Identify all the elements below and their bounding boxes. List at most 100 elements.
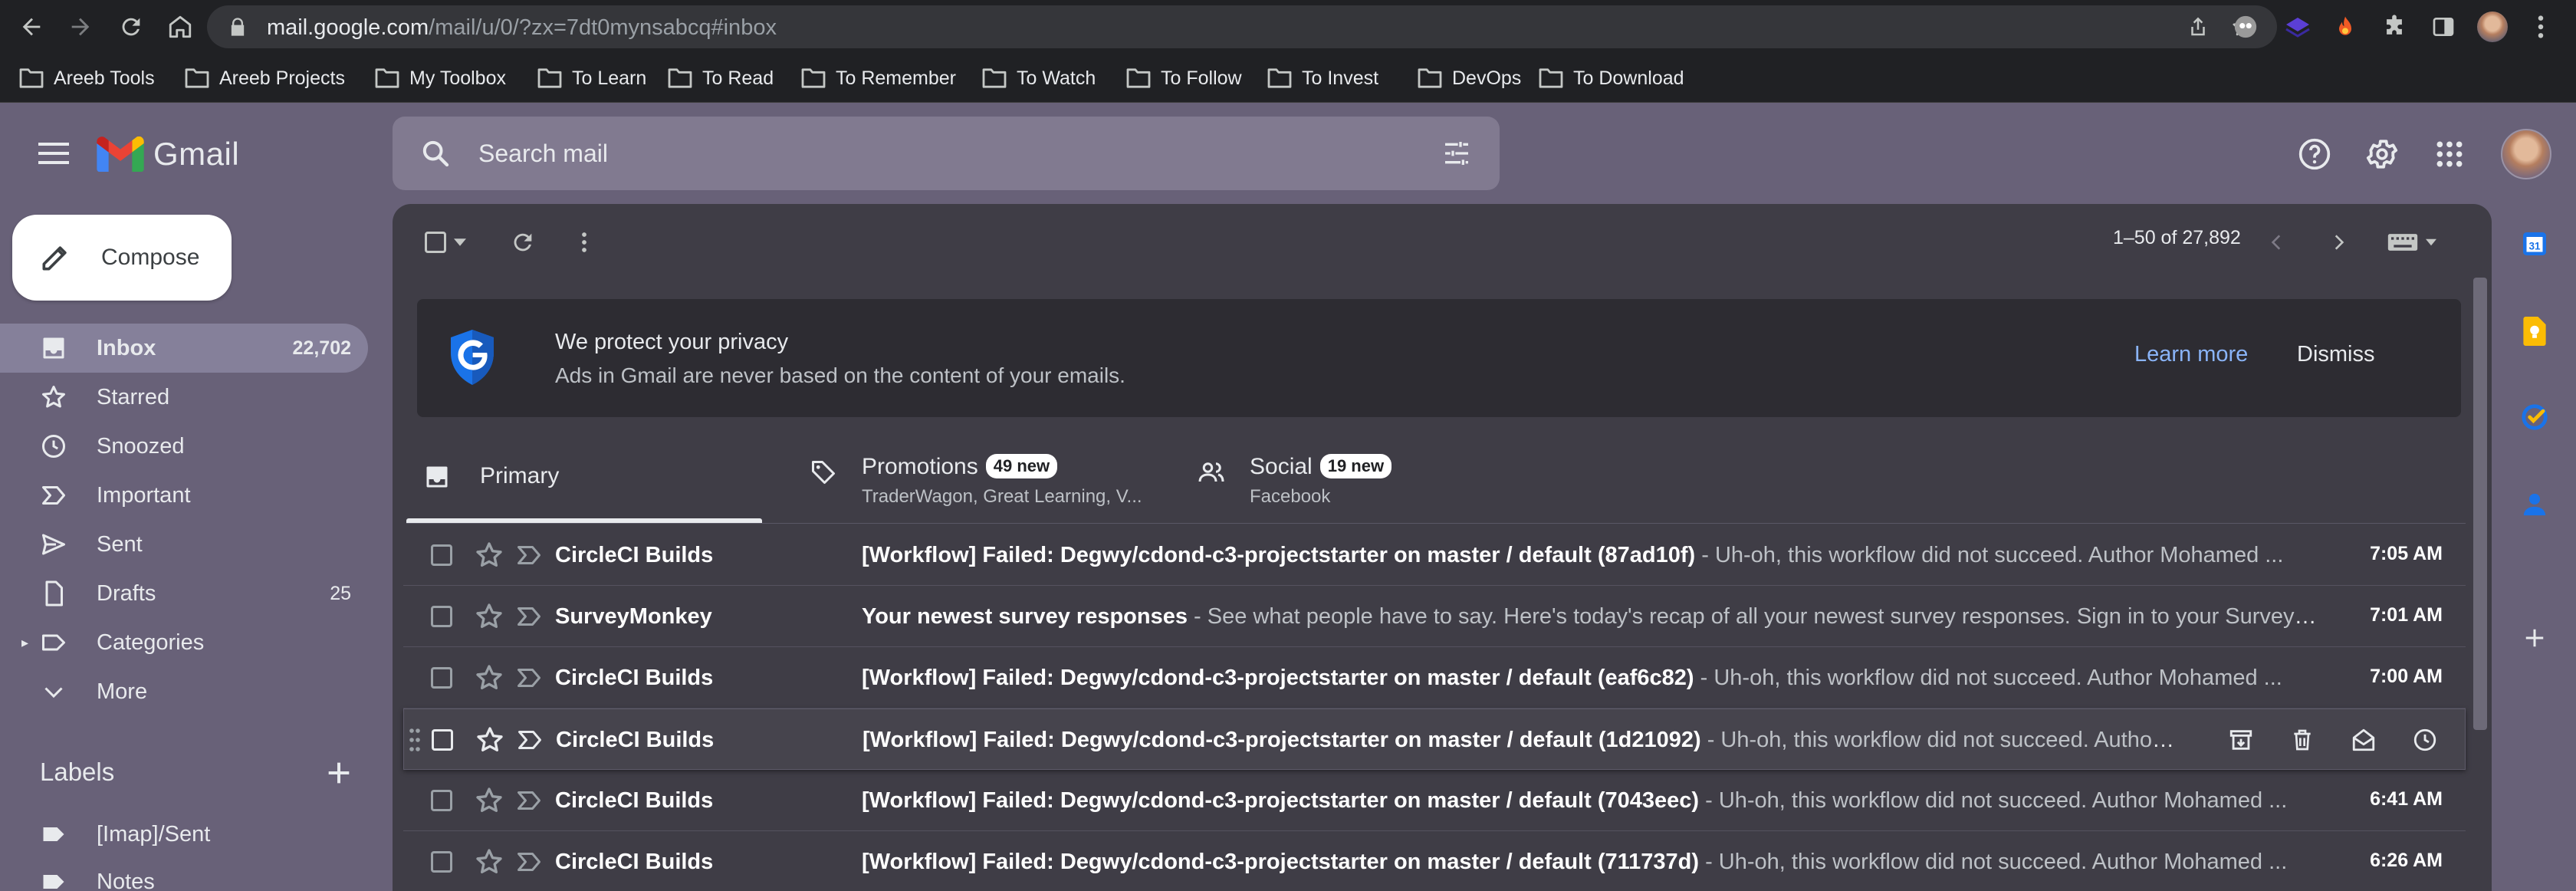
sidebar-item-inbox[interactable]: Inbox 22,702 — [0, 324, 368, 373]
compose-button[interactable]: Compose — [12, 215, 232, 301]
row-checkbox[interactable] — [431, 667, 452, 689]
bookmark-10[interactable]: To Download — [1538, 64, 1684, 92]
star-icon — [42, 386, 65, 408]
select-all-checkbox[interactable] — [420, 227, 451, 258]
sidebar-item-important[interactable]: Important — [0, 471, 368, 520]
tag-icon — [812, 461, 835, 484]
row-checkbox[interactable] — [432, 729, 453, 751]
row-checkbox[interactable] — [431, 544, 452, 566]
search-input[interactable] — [478, 133, 1360, 173]
delete-button[interactable] — [2285, 723, 2319, 757]
important-marker-icon[interactable] — [515, 787, 543, 814]
bookmark-0[interactable]: Areeb Tools — [18, 64, 155, 92]
side-panel-icon[interactable] — [2427, 11, 2459, 43]
gmail-logo[interactable]: Gmail — [97, 134, 239, 174]
star-icon[interactable] — [474, 662, 504, 693]
label-item-0[interactable]: [Imap]/Sent — [0, 810, 368, 859]
newer-button[interactable] — [2262, 227, 2292, 258]
get-addons-button[interactable] — [2515, 618, 2555, 658]
bookmark-5[interactable]: To Remember — [800, 64, 956, 92]
address-bar[interactable]: mail.google.com/mail/u/0/?zx=7dt0mynsabc… — [207, 5, 2277, 48]
forward-button[interactable] — [61, 8, 100, 46]
email-row[interactable]: CircleCI Builds [Workflow] Failed: Degwy/… — [403, 831, 2466, 891]
more-options-button[interactable] — [569, 227, 600, 258]
input-tools-button[interactable] — [2381, 227, 2443, 258]
reload-button[interactable] — [112, 8, 150, 46]
bookmark-2[interactable]: My Toolbox — [374, 64, 506, 92]
refresh-button[interactable] — [508, 227, 538, 258]
important-marker-icon[interactable] — [515, 603, 543, 630]
google-apps-button[interactable] — [2430, 135, 2469, 173]
bookmark-8[interactable]: To Invest — [1267, 64, 1378, 92]
search-options-icon[interactable] — [1441, 138, 1472, 169]
contacts-app-button[interactable] — [2515, 485, 2555, 524]
search-icon[interactable] — [420, 138, 451, 169]
main-menu-button[interactable] — [34, 133, 74, 173]
expand-caret-icon[interactable]: ▸ — [21, 635, 28, 651]
email-row[interactable]: CircleCI Builds [Workflow] Failed: Degwy/… — [403, 524, 2466, 586]
star-icon[interactable] — [474, 847, 504, 877]
bookmark-9[interactable]: DevOps — [1417, 64, 1521, 92]
row-checkbox[interactable] — [431, 606, 452, 627]
learn-more-link[interactable]: Learn more — [2134, 342, 2248, 367]
search-bar[interactable] — [393, 117, 1500, 190]
privacy-banner: We protect your privacy Ads in Gmail are… — [417, 299, 2461, 417]
tasks-app-button[interactable] — [2515, 397, 2555, 437]
sidebar-item-categories[interactable]: ▸ Categories — [0, 618, 368, 667]
support-button[interactable] — [2295, 135, 2334, 173]
important-marker-icon[interactable] — [515, 541, 543, 569]
extensions-puzzle-icon[interactable] — [2378, 11, 2410, 43]
bookmark-1[interactable]: Areeb Projects — [184, 64, 345, 92]
email-row[interactable]: SurveyMonkey Your newest survey responses… — [403, 586, 2466, 647]
back-button[interactable] — [12, 8, 51, 46]
add-label-icon[interactable] — [324, 758, 354, 788]
sidebar-item-starred[interactable]: Starred — [0, 373, 368, 422]
important-marker-icon[interactable] — [515, 664, 543, 692]
share-icon[interactable] — [2187, 15, 2210, 38]
extension-owl-icon[interactable] — [2229, 11, 2262, 43]
folder-icon — [375, 68, 399, 88]
tab-social[interactable]: Social 19 new Facebook — [1181, 431, 1549, 521]
drag-handle-icon[interactable] — [407, 728, 422, 752]
snooze-button[interactable] — [2408, 723, 2442, 757]
star-icon[interactable] — [474, 540, 504, 570]
archive-button[interactable] — [2224, 723, 2258, 757]
star-icon[interactable] — [474, 601, 504, 632]
row-checkbox[interactable] — [431, 851, 452, 873]
email-row[interactable]: CircleCI Builds [Workflow] Failed: Degwy/… — [403, 647, 2466, 709]
bookmark-4[interactable]: To Read — [667, 64, 774, 92]
scrollbar[interactable] — [2473, 278, 2487, 730]
older-button[interactable] — [2323, 227, 2354, 258]
sidebar-item-more[interactable]: More — [0, 667, 368, 716]
row-checkbox[interactable] — [431, 790, 452, 811]
sidebar-item-snoozed[interactable]: Snoozed — [0, 422, 368, 471]
tasks-icon — [2522, 404, 2548, 430]
email-row[interactable]: CircleCI Builds [Workflow] Failed: Degwy/… — [403, 770, 2466, 831]
profile-avatar-icon[interactable] — [2476, 11, 2509, 43]
home-button[interactable] — [161, 8, 199, 46]
settings-button[interactable] — [2363, 135, 2401, 173]
bookmark-6[interactable]: To Watch — [981, 64, 1096, 92]
calendar-app-button[interactable]: 31 — [2515, 224, 2555, 264]
keep-app-button[interactable] — [2515, 311, 2555, 351]
label-item-1[interactable]: Notes — [0, 857, 368, 891]
select-dropdown[interactable] — [451, 227, 469, 258]
important-marker-icon[interactable] — [516, 726, 544, 754]
sidebar-item-drafts[interactable]: Drafts 25 — [0, 569, 368, 618]
star-icon[interactable] — [475, 725, 505, 755]
tab-promotions[interactable]: Promotions 49 new TraderWagon, Great Lear… — [793, 431, 1161, 521]
extension-layers-icon[interactable] — [2282, 11, 2314, 43]
email-row[interactable]: CircleCI Builds [Workflow] Failed: Degwy/… — [403, 709, 2466, 770]
important-marker-icon[interactable] — [515, 848, 543, 876]
account-avatar[interactable] — [2501, 129, 2551, 179]
sidebar-item-sent[interactable]: Sent — [0, 520, 368, 569]
star-icon[interactable] — [474, 785, 504, 816]
bookmark-7[interactable]: To Follow — [1125, 64, 1242, 92]
mark-read-button[interactable] — [2347, 723, 2380, 757]
browser-menu-icon[interactable] — [2525, 11, 2556, 43]
extension-flame-icon[interactable] — [2329, 11, 2361, 43]
tab-primary[interactable]: Primary — [406, 431, 762, 521]
dismiss-button[interactable]: Dismiss — [2297, 342, 2375, 367]
bookmark-3[interactable]: To Learn — [537, 64, 646, 92]
bookmark-label: Areeb Tools — [54, 67, 155, 89]
